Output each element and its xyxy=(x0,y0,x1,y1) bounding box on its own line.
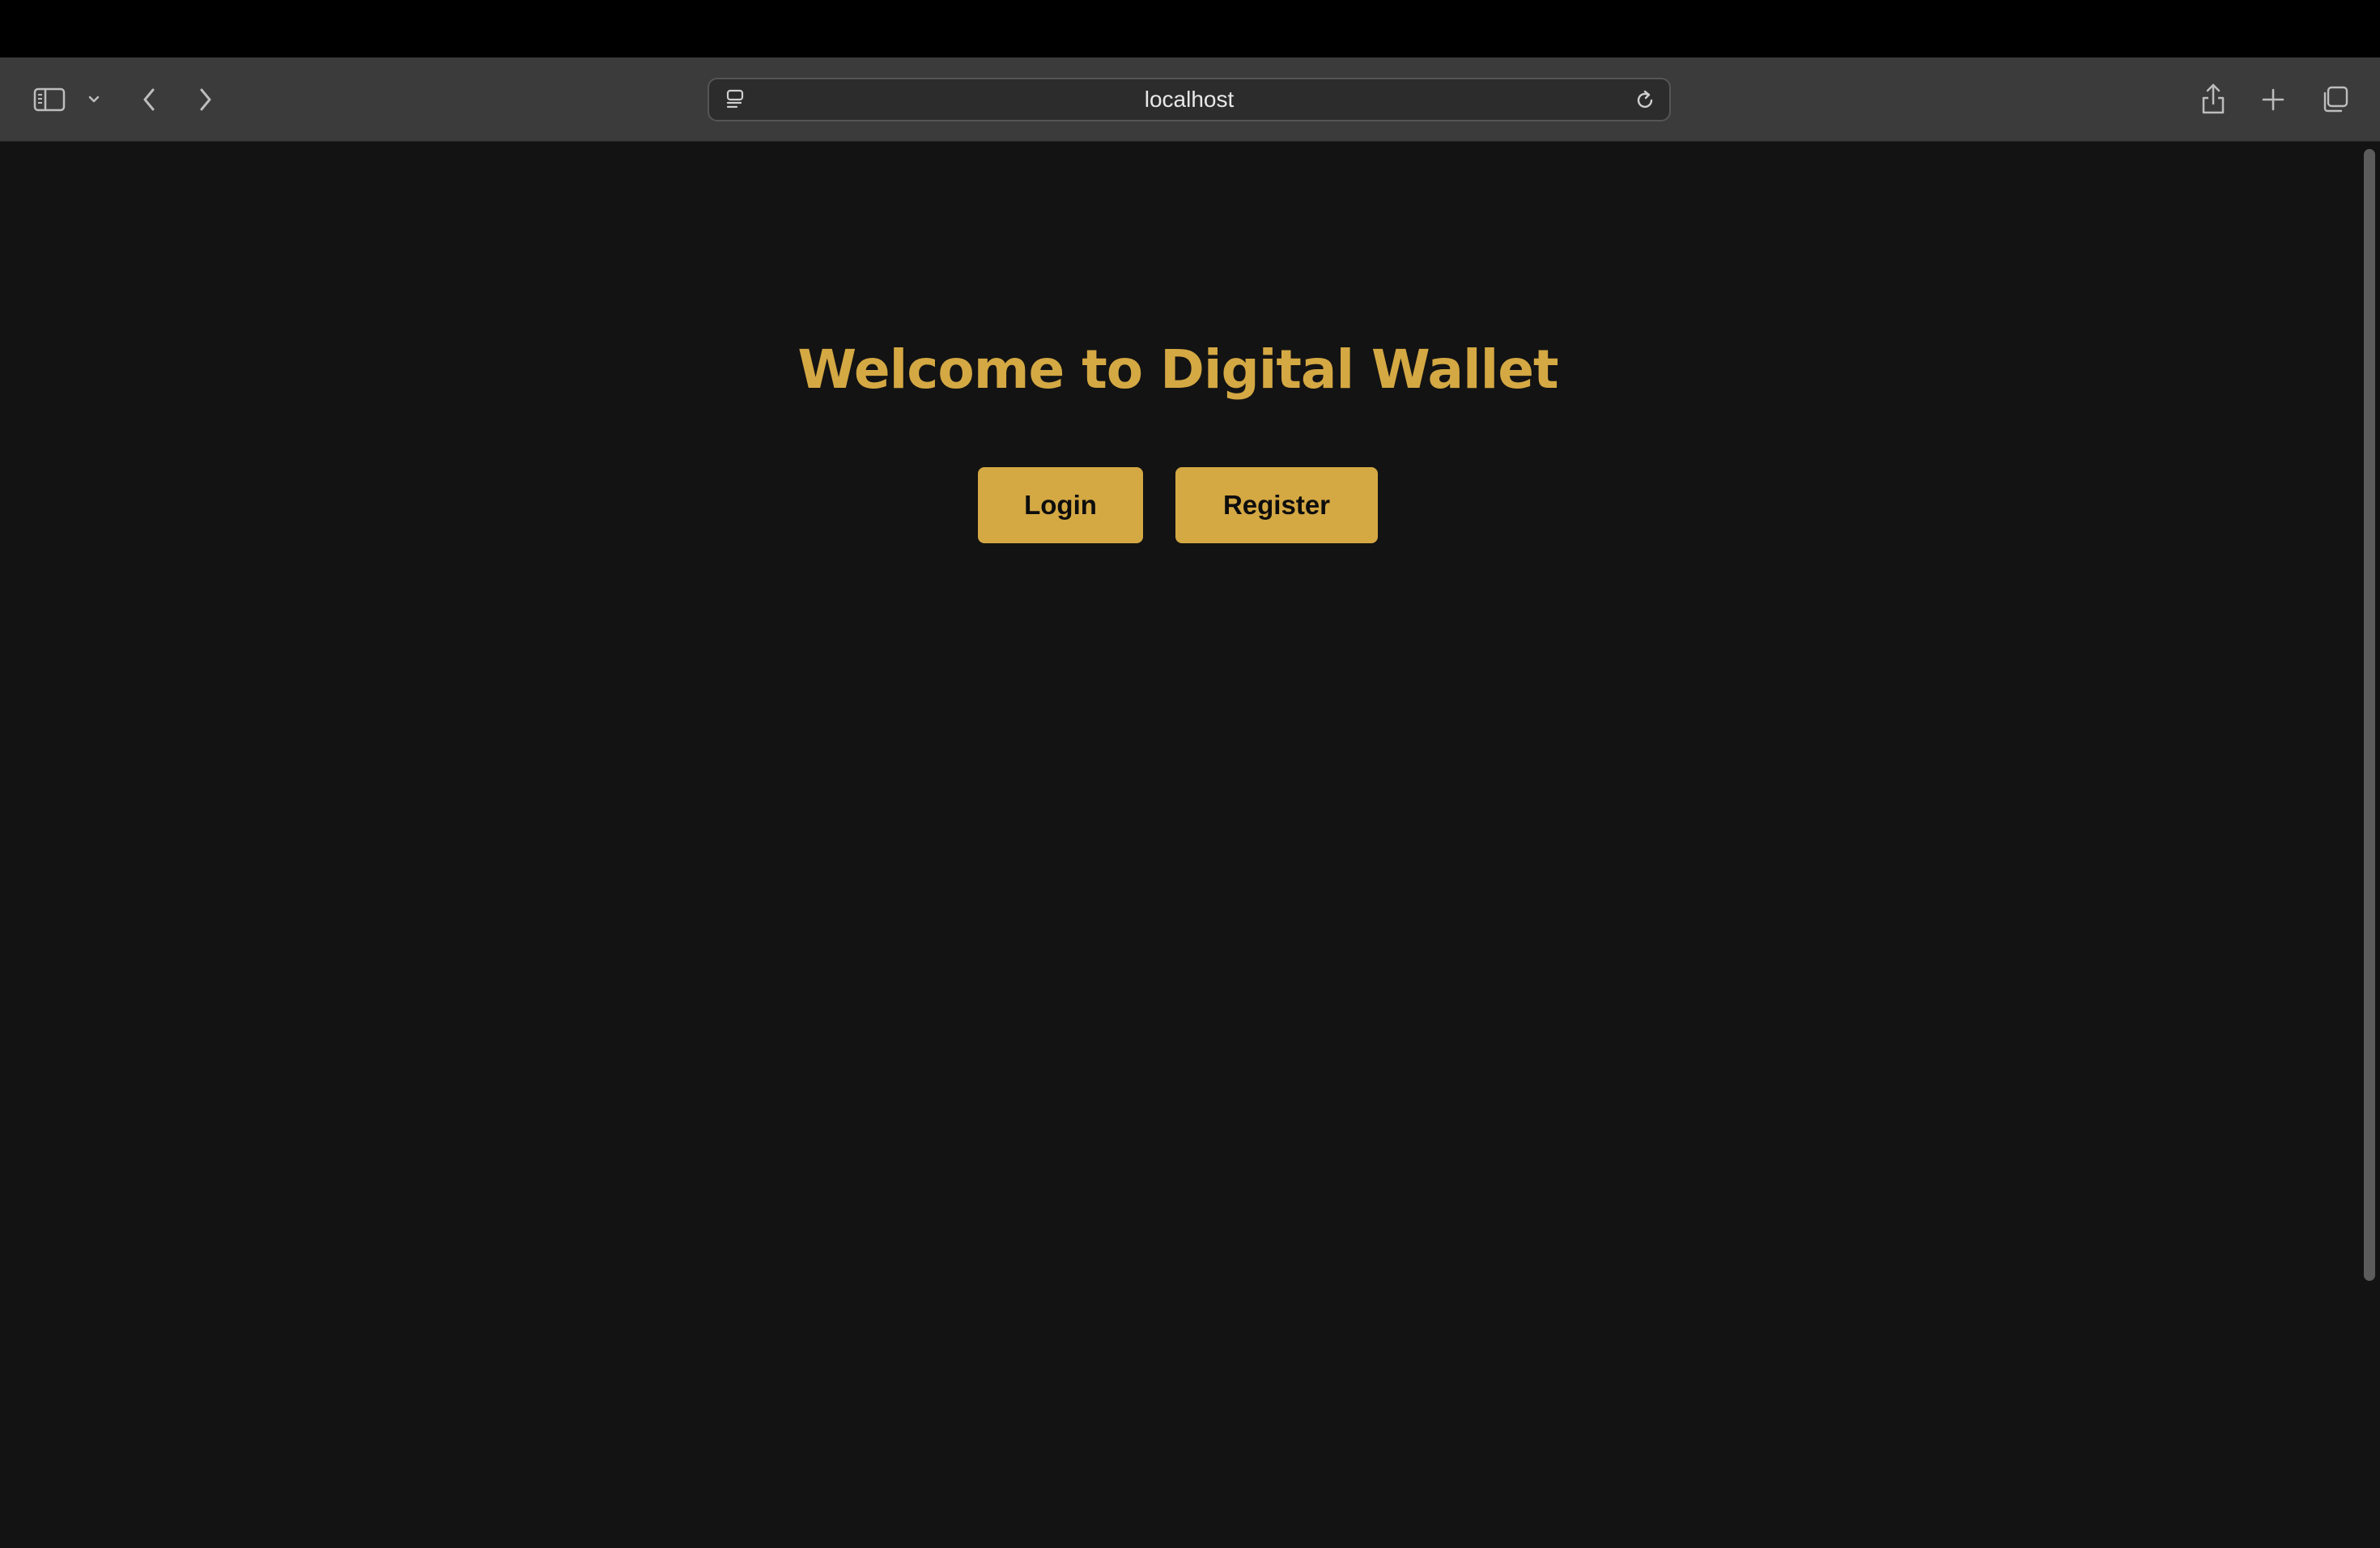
browser-toolbar: localhost xyxy=(0,57,2380,142)
reload-icon[interactable] xyxy=(1632,87,1658,113)
sidebar-icon[interactable] xyxy=(31,83,68,116)
chevron-down-icon[interactable] xyxy=(84,88,104,111)
url-text: localhost xyxy=(1144,87,1235,112)
tab-overview-icon[interactable] xyxy=(2317,82,2352,117)
scrollbar[interactable] xyxy=(2357,142,2380,1548)
page-title: Welcome to Digital Wallet xyxy=(797,338,1558,401)
chevron-left-icon[interactable] xyxy=(136,83,162,116)
plus-icon[interactable] xyxy=(2257,83,2289,116)
register-button[interactable]: Register xyxy=(1175,467,1378,543)
chevron-right-icon[interactable] xyxy=(193,83,219,116)
login-button[interactable]: Login xyxy=(978,467,1143,543)
share-icon[interactable] xyxy=(2197,79,2229,119)
page-viewport: Welcome to Digital Wallet Login Register xyxy=(0,142,2380,1548)
scrollbar-thumb[interactable] xyxy=(2364,149,2375,1281)
address-bar[interactable]: localhost xyxy=(708,78,1671,121)
menu-bar xyxy=(0,0,2380,57)
auth-button-row: Login Register xyxy=(0,467,2356,543)
